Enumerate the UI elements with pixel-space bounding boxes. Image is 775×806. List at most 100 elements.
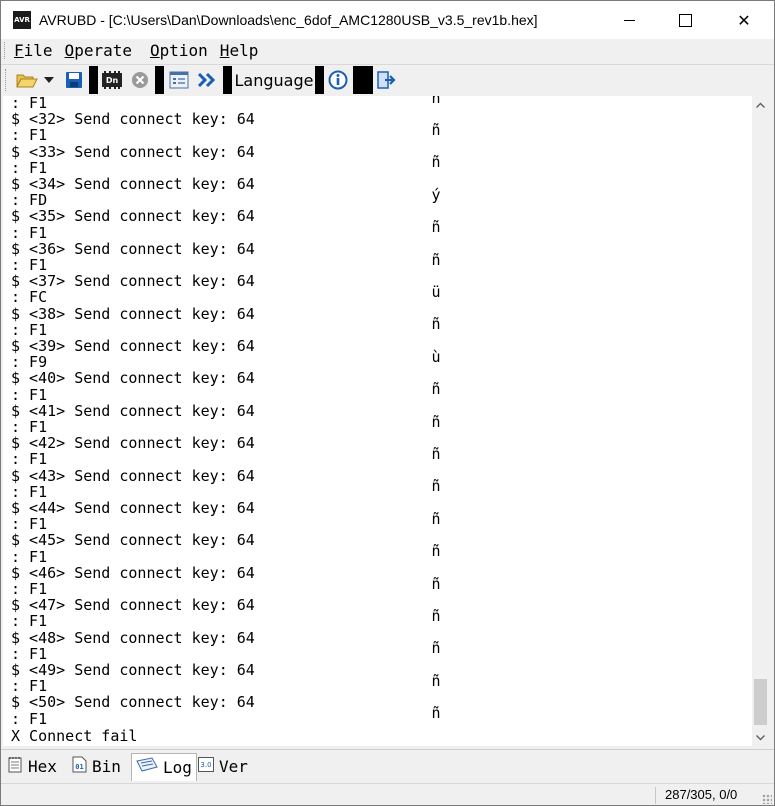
log-response-line: : F1 [11,547,48,566]
log-response-char: ñ [431,315,441,334]
log-response-char: ñ [431,218,441,237]
log-command-line: $ <43> Send connect key: 64 [11,466,255,485]
log-command-line: $ <38> Send connect key: 64 [11,304,255,323]
log-response-line: : F1 [11,418,48,436]
log-response-line: : F1 [11,709,48,728]
dropdown-arrow-icon [44,77,54,83]
menu-operate[interactable]: Operate [59,41,138,60]
tab-bin[interactable]: 01 Bin [72,754,121,778]
stop-icon [132,72,148,88]
log-icon [136,757,158,778]
log-response-line: : F1 [11,126,48,145]
close-button[interactable]: ✕ [717,1,771,39]
maximize-button[interactable] [658,1,712,39]
scroll-thumb[interactable] [754,679,767,725]
status-bar: 287/305, 0/0 [1,783,774,805]
log-command-line: $ <41> Send connect key: 64 [11,401,255,420]
log-response-line: : F1 [11,256,48,274]
minimize-button[interactable] [602,1,656,39]
log-response-line: : F1 [11,677,48,696]
language-button[interactable]: Language [234,69,314,91]
app-chip-icon[interactable]: AVR [13,11,31,29]
log-command-line: $ <49> Send connect key: 64 [11,661,255,679]
log-command-line: $ <37> Send connect key: 64 [11,272,255,291]
log-response-line: : F1 [11,223,48,242]
properties-button[interactable] [167,69,191,91]
tab-log[interactable]: Log [131,753,197,781]
window-title: AVRUBD - [C:\Users\Dan\Downloads\enc_6do… [39,12,538,28]
download-chip-icon: Dn [102,71,122,89]
log-command-line: $ <45> Send connect key: 64 [11,531,255,550]
log-response-char: ñ [431,542,441,561]
download-button[interactable]: Dn [100,69,124,91]
tab-bin-label: Bin [92,756,121,776]
bottom-tab-bar: Hex 01 Bin Log 3.0 Ver [1,749,774,782]
log-response-char: ñ [431,120,441,139]
open-folder-icon [16,74,38,88]
menu-file[interactable]: File [8,41,59,60]
stop-button[interactable] [129,69,151,91]
toolbar-grip[interactable] [5,69,9,91]
log-status-line: X Connect fail [11,727,138,745]
log-response-line: : F1 [11,450,48,469]
tab-ver[interactable]: 3.0 Ver [198,754,248,778]
maximize-icon [678,13,692,27]
svg-text:Dn: Dn [106,76,119,85]
log-response-char: ñ [431,477,441,496]
menu-help[interactable]: Help [214,41,265,60]
fast-forward-button[interactable] [197,69,219,91]
log-output[interactable]: : F1 ñ $ <32> Send connect key: 64: F1 ñ $ <… [3,96,752,746]
scroll-down-button[interactable] [752,729,769,746]
log-response-char: ñ [431,574,441,593]
toolbar-separator-2 [155,66,164,94]
log-response-char: ñ [431,250,441,269]
vertical-scrollbar[interactable] [752,96,769,746]
log-response-char: ñ [431,671,441,690]
log-response-line: : F1 [11,320,48,339]
log-command-line: $ <34> Send connect key: 64 [11,175,255,193]
save-button[interactable] [63,69,85,91]
exit-button[interactable] [376,69,398,91]
log-command-line: $ <33> Send connect key: 64 [11,142,255,161]
fast-forward-icon [198,72,216,88]
log-command-line: $ <35> Send connect key: 64 [11,207,255,226]
log-response-char: ñ [431,96,441,107]
log-response-line: : F1 [11,515,48,534]
resize-grip[interactable] [762,794,772,804]
log-command-line: $ <32> Send connect key: 64 [11,110,255,129]
log-response-char: ñ [431,412,441,431]
open-button[interactable] [15,69,39,91]
save-icon [66,72,82,88]
log-response-char: ü [431,282,441,301]
tab-hex[interactable]: Hex [7,754,57,778]
toolbar-separator-5 [353,66,373,94]
info-button[interactable] [327,69,349,91]
scroll-up-button[interactable] [752,96,769,113]
log-response-char: ñ [431,639,441,658]
svg-text:01: 01 [75,763,83,771]
menu-bar: File Operate Option Help [1,39,774,62]
log-command-line: $ <36> Send connect key: 64 [11,239,255,258]
open-dropdown-button[interactable] [42,69,56,91]
log-command-line: $ <46> Send connect key: 64 [11,563,255,582]
log-command-line: $ <42> Send connect key: 64 [11,434,255,453]
info-icon [328,70,348,90]
log-response-line: : F1 [11,580,48,598]
tab-hex-label: Hex [28,756,57,776]
log-response-line: : FD [11,191,48,210]
log-response-line: : F1 [11,158,48,177]
language-label: Language [234,70,314,90]
title-bar[interactable]: AVR AVRUBD - [C:\Users\Dan\Downloads\enc… [1,1,774,39]
log-command-line: $ <48> Send connect key: 64 [11,628,255,647]
version-icon: 3.0 [198,756,214,776]
svg-text:3.0: 3.0 [200,761,211,769]
properties-icon [169,71,189,89]
toolbar-separator-1 [89,66,98,94]
log-command-line: $ <44> Send connect key: 64 [11,499,255,517]
log-command-line: $ <39> Send connect key: 64 [11,337,255,355]
log-response-line: : F1 [11,96,48,112]
menu-option[interactable]: Option [144,41,214,60]
log-response-line: : F1 [11,482,48,501]
log-response-char: ñ [431,606,441,625]
log-response-line: : F9 [11,353,48,372]
